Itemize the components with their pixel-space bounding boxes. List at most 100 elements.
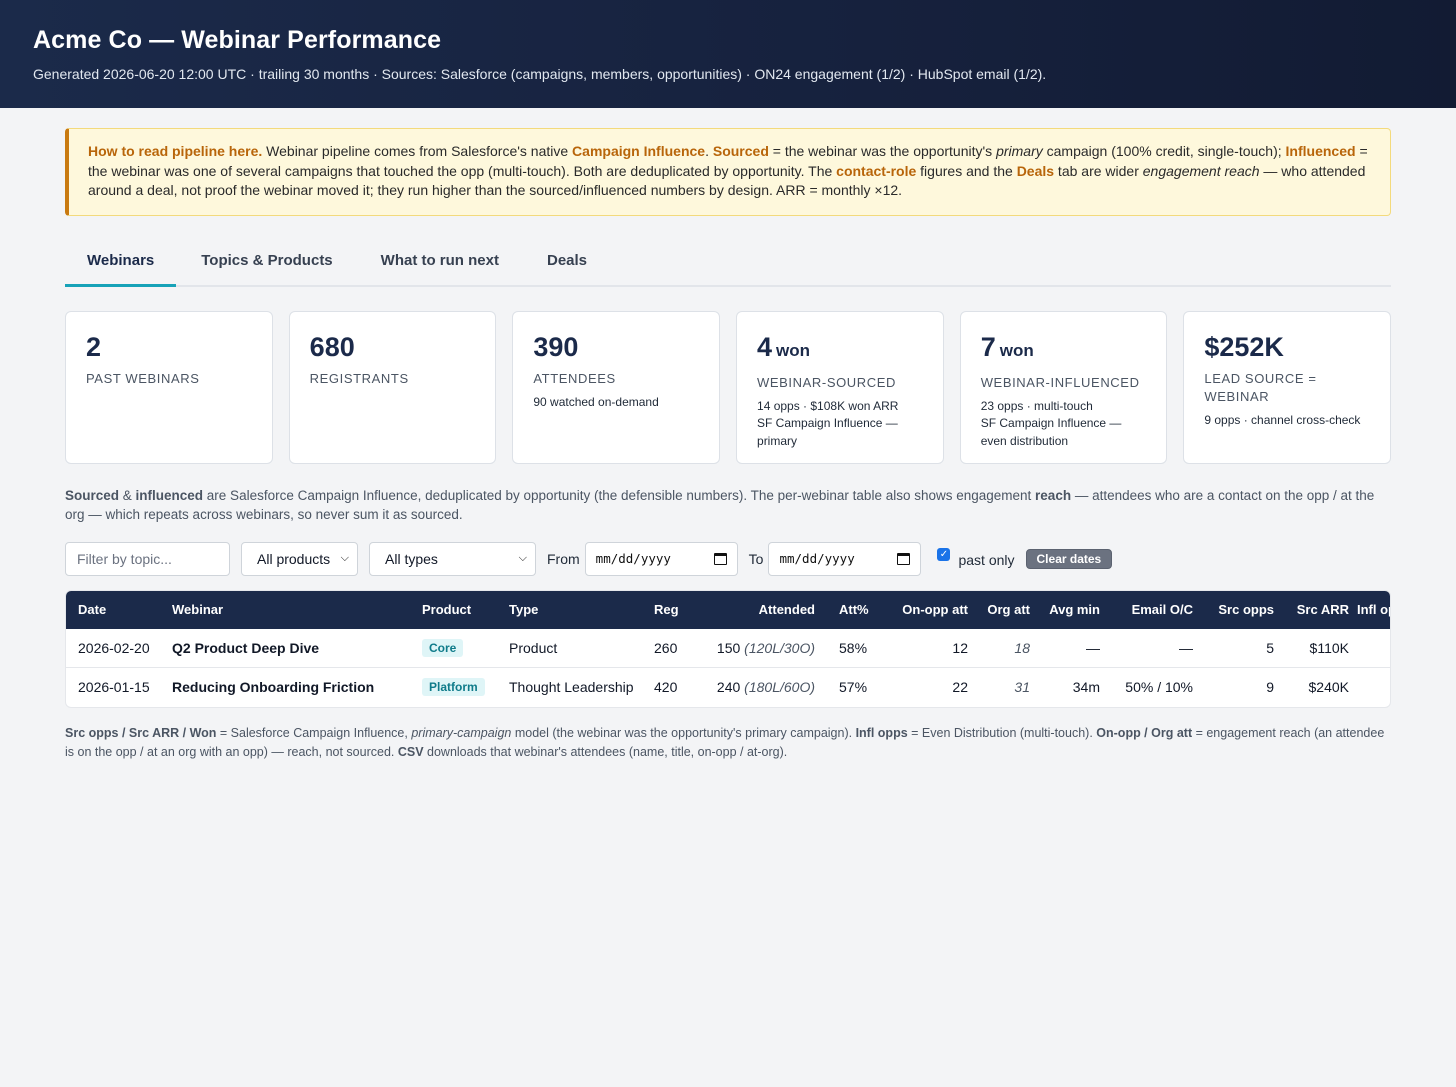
pipeline-note: How to read pipeline here. Webinar pipel… xyxy=(65,128,1391,216)
cell-date: 2026-01-15 xyxy=(66,667,172,707)
attended-split: (180L/60O) xyxy=(744,679,815,696)
attended-count: 150 xyxy=(716,639,741,656)
cell-src-arr: $110K xyxy=(1309,639,1349,656)
col-src-opps[interactable]: Src opps xyxy=(1205,591,1282,629)
tab-bar: Webinars Topics & Products What to run n… xyxy=(65,242,1391,287)
cell-reg: 260 xyxy=(654,639,678,656)
calendar-icon[interactable] xyxy=(713,552,727,565)
tab-webinars[interactable]: Webinars xyxy=(65,242,177,287)
kpi-value: 7 xyxy=(980,331,996,362)
cell-avg-min: — xyxy=(1086,639,1100,656)
page-title: Acme Co — Webinar Performance xyxy=(33,26,442,54)
calendar-icon[interactable] xyxy=(897,552,911,565)
col-infl-opps[interactable]: Infl opps xyxy=(1357,591,1390,629)
col-date[interactable]: Date xyxy=(66,591,172,629)
chevron-down-icon: ⌵ xyxy=(518,552,527,564)
note-highlight: Deals xyxy=(1016,162,1055,179)
footnote-term: On-opp / Org att xyxy=(1096,725,1193,740)
cell-att-pct: 57% xyxy=(827,667,880,707)
col-on-opp-att[interactable]: On-opp att xyxy=(880,591,968,629)
cell-email-oc: 50% / 10% xyxy=(1110,667,1205,707)
kpi-card-lead-source: $252K Lead source = webinar 9 opps · cha… xyxy=(1183,310,1392,464)
topic-filter-input[interactable]: Filter by topic... xyxy=(65,541,230,576)
kpi-card-webinar-influenced: 7 won Webinar-influenced 23 opps · multi-… xyxy=(959,310,1168,464)
cell-attended: 150 (120L/30O) xyxy=(694,629,827,668)
from-date-input[interactable]: mm/dd/yyyy xyxy=(584,541,738,576)
table-row[interactable]: 2026-02-20 Q2 Product Deep Dive Core Pro… xyxy=(66,629,1390,668)
type-select[interactable]: All types ⌵ xyxy=(369,541,536,576)
kpi-unit: won xyxy=(776,340,811,360)
table-header-row: Date Webinar Product Type Reg Attended A… xyxy=(66,590,1390,629)
kpi-label: Past webinars xyxy=(86,370,200,386)
footnote-text: downloads that webinar's attendees (name… xyxy=(423,745,788,759)
to-date-input[interactable]: mm/dd/yyyy xyxy=(768,541,922,576)
cell-src-arr: $240K xyxy=(1282,667,1357,707)
col-email-oc[interactable]: Email O/C xyxy=(1110,591,1205,629)
col-att-pct[interactable]: Att% xyxy=(827,591,880,629)
note-highlight: Influenced xyxy=(1285,143,1356,159)
past-only-checkbox[interactable]: ✓ xyxy=(937,548,951,561)
note-emphasis: primary xyxy=(996,143,1043,159)
product-select[interactable]: All products ⌵ xyxy=(241,541,358,576)
main-content: How to read pipeline here. Webinar pipel… xyxy=(0,128,1456,763)
col-org-att[interactable]: Org att xyxy=(968,591,1040,629)
col-avg-min[interactable]: Avg min xyxy=(1040,591,1110,629)
kpi-value: 4 xyxy=(757,331,773,362)
footnote-text: = Even Distribution (multi-touch). xyxy=(907,725,1097,740)
col-reg[interactable]: Reg xyxy=(654,591,694,629)
cell-webinar[interactable]: Reducing Onboarding Friction xyxy=(172,667,422,707)
tab-what-to-run-next[interactable]: What to run next xyxy=(355,242,521,285)
kpi-detail: even distribution xyxy=(980,433,1069,448)
cell-email-oc: — xyxy=(1179,639,1193,656)
col-product[interactable]: Product xyxy=(422,591,509,629)
cell-att-pct: 58% xyxy=(839,639,868,656)
note-highlight: Sourced xyxy=(712,143,769,159)
note-text: tab are wider xyxy=(1054,162,1143,179)
product-select-value: All products xyxy=(257,550,331,567)
to-label: To xyxy=(748,550,764,567)
kpi-card-webinar-sourced: 4 won Webinar-sourced 14 opps · $108K won… xyxy=(736,310,944,464)
col-src-arr[interactable]: Src ARR xyxy=(1282,591,1357,629)
from-date-placeholder: mm/dd/yyyy xyxy=(595,551,671,566)
kpi-value: 390 xyxy=(533,331,579,362)
cell-date: 2026-02-20 xyxy=(78,639,150,656)
webinars-table: Date Webinar Product Type Reg Attended A… xyxy=(66,590,1390,707)
cell-type: Thought Leadership xyxy=(509,667,654,707)
explain-term: reach xyxy=(1035,487,1072,503)
cell-on-opp-att: 12 xyxy=(952,639,968,656)
cell-type: Product xyxy=(509,639,558,656)
footnote-term: Src opps / Src ARR / Won xyxy=(65,725,217,740)
metrics-explanation: Sourced & influenced are Salesforce Camp… xyxy=(65,486,1391,524)
attended-split: (120L/30O) xyxy=(744,639,815,656)
cell-infl-opps: 15 xyxy=(1357,667,1390,707)
from-label: From xyxy=(547,550,580,567)
footnote-text: = Salesforce Campaign Influence, xyxy=(216,725,412,740)
cell-webinar[interactable]: Q2 Product Deep Dive xyxy=(172,629,422,668)
kpi-detail: 9 opps · channel cross-check xyxy=(1204,412,1361,427)
tab-deals[interactable]: Deals xyxy=(521,242,609,285)
cell-attended: 240 (180L/60O) xyxy=(694,667,827,707)
kpi-label: Attendees xyxy=(533,370,616,386)
col-attended[interactable]: Attended xyxy=(694,591,827,629)
kpi-label: Registrants xyxy=(309,370,409,386)
to-date-placeholder: mm/dd/yyyy xyxy=(779,551,855,566)
kpi-label: Webinar-influenced xyxy=(980,374,1140,390)
kpi-unit: won xyxy=(999,340,1034,360)
tab-topics-products[interactable]: Topics & Products xyxy=(176,242,354,285)
cell-org-att: 31 xyxy=(968,667,1040,707)
cell-product: Core xyxy=(422,629,509,668)
page-header: Acme Co — Webinar Performance Generated … xyxy=(0,0,1456,108)
note-text: . xyxy=(705,143,713,159)
note-emphasis: engagement reach xyxy=(1142,162,1260,179)
kpi-card-past-webinars: 2 Past webinars xyxy=(65,310,273,464)
kpi-detail: 23 opps · multi-touch xyxy=(980,398,1093,413)
kpi-value: 680 xyxy=(309,331,355,362)
clear-dates-button[interactable]: Clear dates xyxy=(1025,548,1113,569)
note-text: Webinar pipeline comes from Salesforce's… xyxy=(262,143,573,159)
col-type[interactable]: Type xyxy=(509,591,654,629)
table-row[interactable]: 2026-01-15 Reducing Onboarding Friction … xyxy=(66,667,1390,707)
explain-term: Sourced xyxy=(65,487,120,503)
cell-org-att: 18 xyxy=(1014,639,1030,656)
col-webinar[interactable]: Webinar xyxy=(172,591,422,629)
webinars-table-container: Date Webinar Product Type Reg Attended A… xyxy=(65,589,1391,708)
